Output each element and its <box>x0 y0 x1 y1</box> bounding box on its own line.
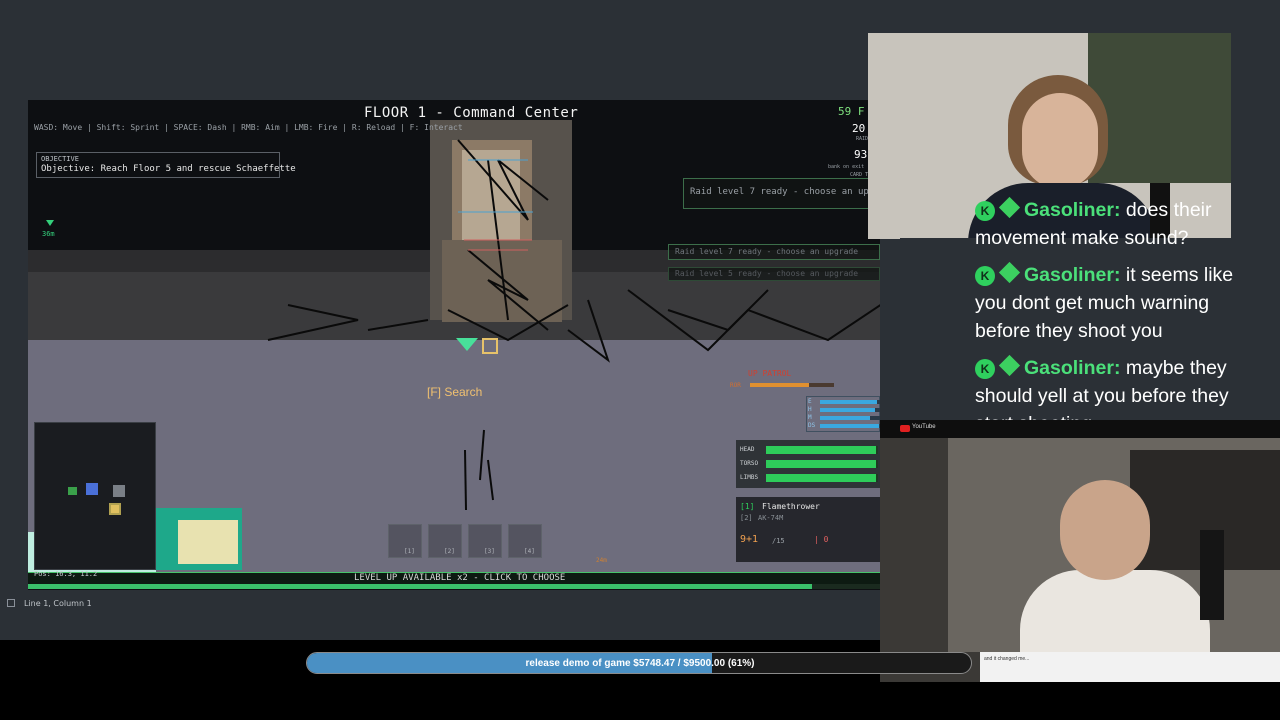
nav-arrow-icon <box>46 220 54 226</box>
hotbar-slot[interactable]: [1] <box>388 524 422 558</box>
chat-message: K Gasoliner: does their movement make sou… <box>975 196 1265 252</box>
position-readout: Pos: 16.3, 11.2 <box>34 570 98 578</box>
slot-key: [3] <box>484 548 495 555</box>
stat-b: 93 <box>854 148 868 161</box>
video-source-label: YouTube <box>912 424 936 430</box>
resource-tag: E <box>808 398 812 405</box>
raid-toast[interactable]: Raid level 7 ready - choose an upgrade <box>668 244 880 260</box>
resource-bar <box>820 400 880 404</box>
stat-caption-raid: RAID <box>856 136 869 142</box>
enemy-health-bar <box>750 383 834 387</box>
chat-message: K Gasoliner: it seems like you dont get m… <box>975 261 1265 345</box>
subscriber-diamond-icon <box>998 196 1021 219</box>
level-up-text[interactable]: LEVEL UP AVAILABLE x2 - CLICK TO CHOOSE <box>354 573 565 583</box>
health-fill <box>766 474 876 482</box>
health-row: TORSO <box>740 459 880 469</box>
video-person-shirt <box>1020 570 1210 652</box>
weapon-slot-key: [1] <box>740 502 755 511</box>
resource-fill <box>820 400 878 404</box>
objective-label: OBJECTIVE <box>41 155 79 163</box>
slot-key: [1] <box>404 548 415 555</box>
slot-key: [2] <box>444 548 455 555</box>
resource-fill <box>820 424 879 428</box>
kick-badge-icon: K <box>975 201 995 221</box>
stat-caption-bank: bank on exit <box>828 164 865 170</box>
raid-toast[interactable]: Raid level 5 ready - choose an upgrade <box>668 267 880 281</box>
ammo-count: | 0 <box>814 535 829 544</box>
search-prompt[interactable]: [F] Search <box>427 385 482 399</box>
nav-distance: 36m <box>42 230 55 238</box>
ammo-magazine: 9+1 <box>740 534 759 545</box>
stat-a: 20 <box>852 122 866 135</box>
raid-toast[interactable]: Raid level 7 ready - choose an upg <box>683 178 880 209</box>
enemy-label: UP PATROL <box>748 369 792 378</box>
video-footer-text: and it changed me... <box>984 656 1030 662</box>
health-fill <box>766 460 876 468</box>
kick-badge-icon: K <box>975 359 995 379</box>
resource-tag: M <box>808 414 812 421</box>
remote-icon[interactable] <box>7 599 15 607</box>
health-row: LIMBS <box>740 473 880 483</box>
editor-status-text: Line 1, Column 1 <box>24 599 92 608</box>
video-person-face <box>1060 480 1150 580</box>
minimap-room <box>68 487 77 495</box>
resource-tag: DS <box>808 422 816 429</box>
xp-fill <box>28 584 812 589</box>
weapon-slot-key: [2] <box>740 514 753 522</box>
resource-bar <box>820 416 880 420</box>
health-label: HEAD <box>740 446 755 453</box>
donation-goal-bar: release demo of game $5748.47 / $9500.00… <box>306 652 972 674</box>
enemy-bar-tag: ROR <box>730 382 741 389</box>
health-bar <box>766 474 878 482</box>
hotbar-slot[interactable]: [3] <box>468 524 502 558</box>
resource-bar <box>820 408 880 412</box>
webcam-bottom: YouTube and it changed me... <box>880 420 1280 682</box>
microphone-icon <box>1200 530 1224 620</box>
fps-counter: 59 F <box>838 105 865 118</box>
health-label: LIMBS <box>740 474 759 481</box>
weapon-primary[interactable]: Flamethrower <box>762 502 820 511</box>
donation-goal-text: release demo of game $5748.47 / $9500.00… <box>525 658 755 669</box>
loot-container-icon[interactable] <box>482 338 498 354</box>
resource-tag: H <box>808 406 812 413</box>
minimap-room <box>113 485 125 497</box>
objective-text: Objective: Reach Floor 5 and rescue Scha… <box>41 164 296 174</box>
youtube-icon <box>900 425 910 432</box>
distance-tag: 24m <box>596 557 607 564</box>
health-fill <box>766 446 876 454</box>
slot-key: [4] <box>524 548 535 555</box>
crate-top <box>178 520 238 564</box>
streamer-face <box>1022 93 1098 189</box>
health-label: TORSO <box>740 460 759 467</box>
ammo-reserve: /15 <box>772 537 785 545</box>
health-bar <box>766 460 878 468</box>
resource-fill <box>820 408 875 412</box>
minimap-room-current <box>86 483 98 495</box>
resource-fill <box>820 416 870 420</box>
chat-username: Gasoliner: <box>1024 264 1121 286</box>
floor-title: FLOOR 1 - Command Center <box>364 105 579 121</box>
hotbar-slot[interactable]: [2] <box>428 524 462 558</box>
video-topbar <box>880 420 1280 438</box>
health-row: HEAD <box>740 445 880 455</box>
kick-badge-icon: K <box>975 266 995 286</box>
subscriber-diamond-icon <box>998 354 1021 377</box>
enemy-health-fill <box>750 383 809 387</box>
game-viewport[interactable]: FLOOR 1 - Command Center WASD: Move | Sh… <box>28 100 880 590</box>
resource-bar <box>820 424 880 428</box>
hotbar: [1] [2] [3] [4] <box>388 524 542 558</box>
minimap <box>34 422 156 570</box>
weapon-secondary[interactable]: AK-74M <box>758 514 783 522</box>
health-bar <box>766 446 878 454</box>
chat-username: Gasoliner: <box>1024 357 1121 379</box>
player-icon <box>456 338 478 351</box>
subscriber-diamond-icon <box>998 261 1021 284</box>
hotbar-slot[interactable]: [4] <box>508 524 542 558</box>
controls-hint: WASD: Move | Shift: Sprint | SPACE: Dash… <box>34 123 463 132</box>
minimap-objective <box>109 503 121 515</box>
webcam-plant <box>1088 33 1231 183</box>
chat-username: Gasoliner: <box>1024 199 1121 221</box>
